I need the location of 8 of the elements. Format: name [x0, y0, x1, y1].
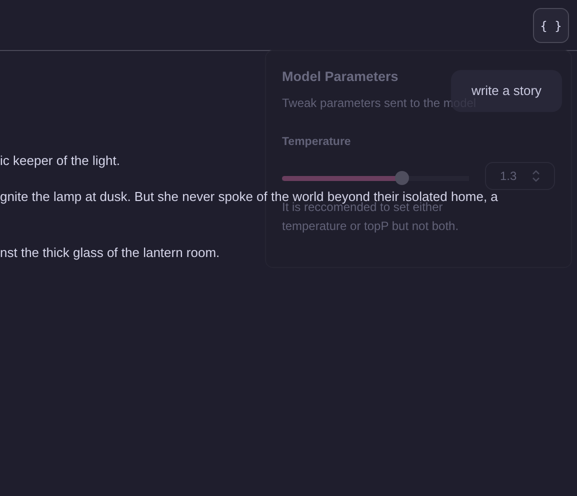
story-text: ic keeper of the light.	[0, 153, 120, 169]
story-text: gnite the lamp at dusk. But she never spoke of the world beyond their isolated home, a	[0, 189, 498, 204]
story-text: nst the thick glass of the lantern room.	[0, 245, 220, 261]
spinner-icon	[532, 170, 540, 182]
slider-thumb[interactable]	[394, 171, 409, 185]
json-button[interactable]: { }	[533, 8, 569, 43]
temperature-label: Temperature	[282, 136, 352, 148]
panel-title: Model Parameters	[282, 69, 400, 84]
